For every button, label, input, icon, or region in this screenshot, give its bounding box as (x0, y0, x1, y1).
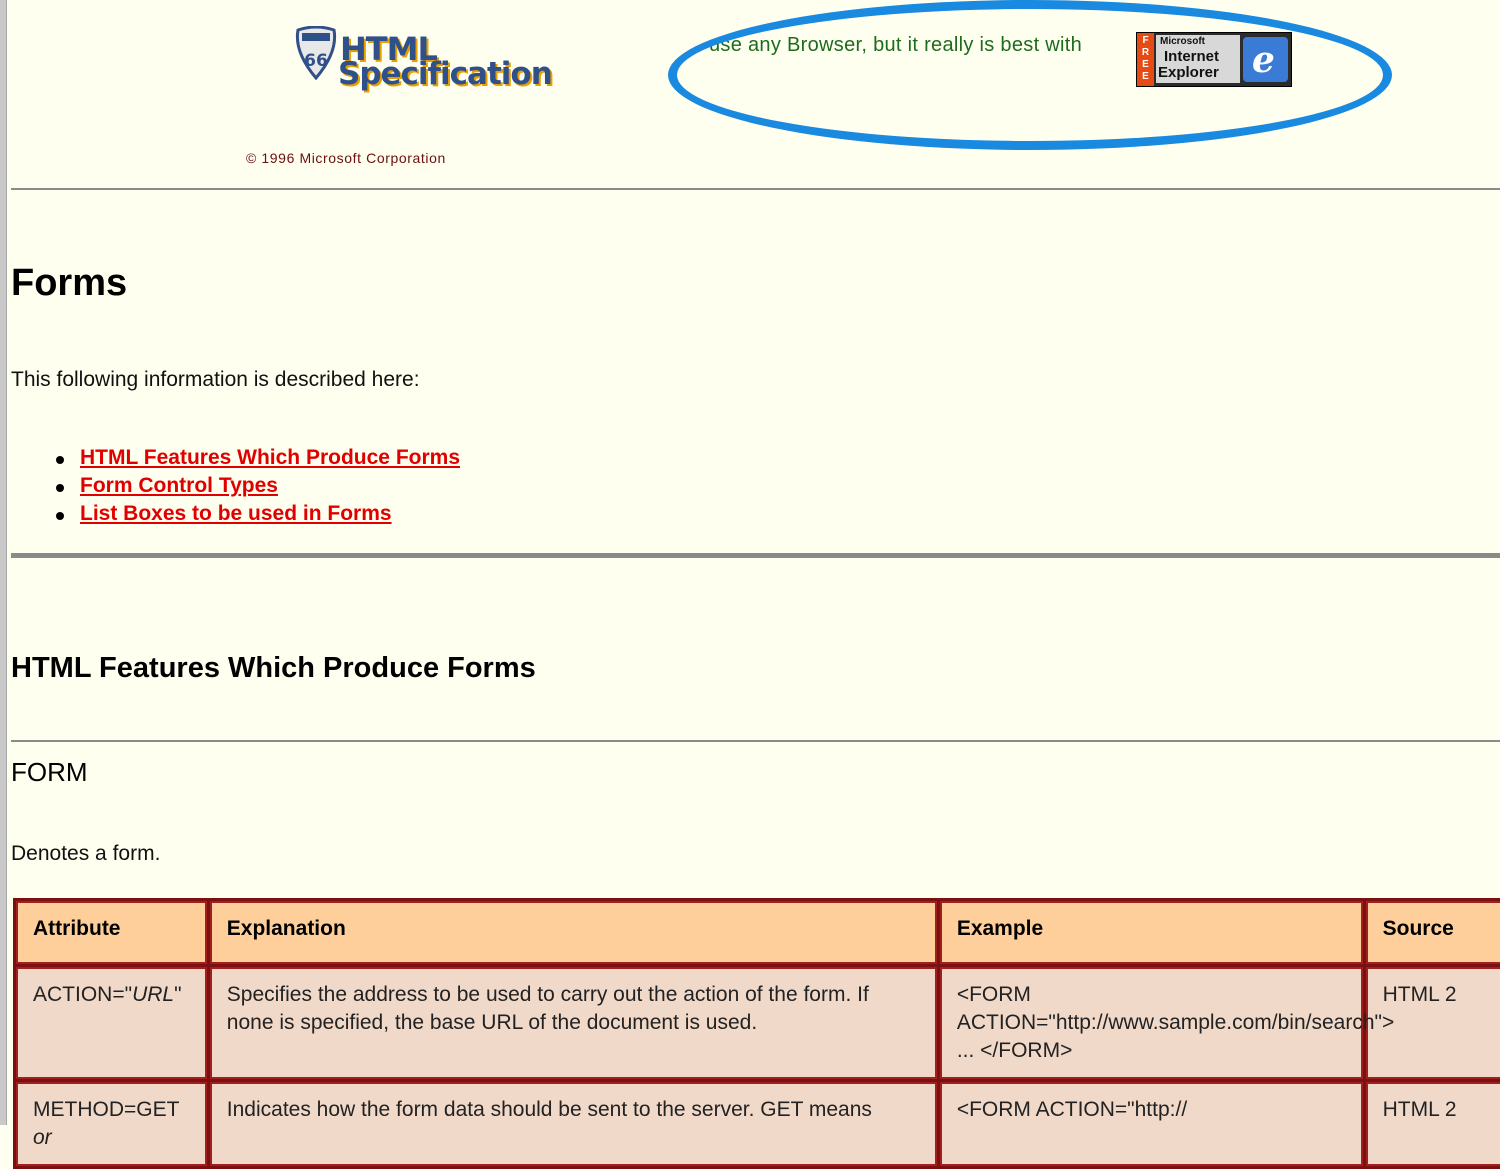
subsection-title: FORM (11, 757, 88, 787)
section-title: HTML Features Which Produce Forms (11, 652, 536, 684)
cell-attribute: METHOD=GET or (16, 1082, 207, 1166)
toc-item: Form Control Types (56, 474, 460, 502)
cell-source: HTML 2 (1365, 1082, 1500, 1166)
internet-explorer-icon: e (1243, 37, 1288, 82)
toc-item: List Boxes to be used in Forms (56, 502, 460, 530)
window-left-edge (0, 0, 7, 1125)
column-header-explanation: Explanation (209, 901, 937, 964)
column-header-source: Source (1365, 901, 1500, 964)
column-header-attribute: Attribute (16, 901, 207, 964)
table-of-contents: HTML Features Which Produce Forms Form C… (56, 446, 460, 530)
page-title: Forms (11, 262, 128, 304)
attributes-table: Attribute Explanation Example Source ACT… (13, 898, 1500, 1169)
free-label: FREE (1137, 33, 1154, 86)
route-66-shield-icon: 66 (295, 26, 337, 80)
page-content: 66 HTML Specification © 1996 Microsoft C… (11, 0, 1500, 1169)
divider (11, 553, 1500, 558)
toc-item: HTML Features Which Produce Forms (56, 446, 460, 474)
ie-badge-text: Microsoft Internet Explorer (1156, 35, 1240, 83)
browser-promo-text: use any Browser, but it really is best w… (709, 34, 1083, 56)
internet-explorer-badge[interactable]: FREE Microsoft Internet Explorer e (1136, 32, 1292, 87)
copyright-notice: © 1996 Microsoft Corporation (246, 150, 446, 166)
cell-explanation: Indicates how the form data should be se… (209, 1082, 937, 1166)
cell-attribute: ACTION="URL" (16, 967, 207, 1079)
intro-text: This following information is described … (11, 368, 420, 391)
logo-spec-text: Specification (338, 56, 553, 92)
bullet-icon (56, 484, 64, 492)
html-specification-logo: 66 HTML Specification (282, 22, 553, 100)
toc-link-form-control-types[interactable]: Form Control Types (80, 474, 278, 497)
cell-explanation: Specifies the address to be used to carr… (209, 967, 937, 1079)
cell-example: <FORM ACTION="http:// (939, 1082, 1363, 1166)
divider (11, 188, 1500, 190)
bullet-icon (56, 456, 64, 464)
cell-example: <FORM ACTION="http://www.sample.com/bin/… (939, 967, 1394, 1079)
toc-link-list-boxes[interactable]: List Boxes to be used in Forms (80, 502, 392, 525)
svg-text:66: 66 (304, 51, 328, 71)
table-row: METHOD=GET or Indicates how the form dat… (16, 1082, 1500, 1166)
divider (11, 740, 1500, 742)
subsection-description: Denotes a form. (11, 842, 161, 865)
bullet-icon (56, 512, 64, 520)
table-row: ACTION="URL" Specifies the address to be… (16, 967, 1500, 1079)
column-header-example: Example (939, 901, 1363, 964)
toc-link-html-features[interactable]: HTML Features Which Produce Forms (80, 446, 460, 469)
table-header-row: Attribute Explanation Example Source (16, 901, 1500, 964)
